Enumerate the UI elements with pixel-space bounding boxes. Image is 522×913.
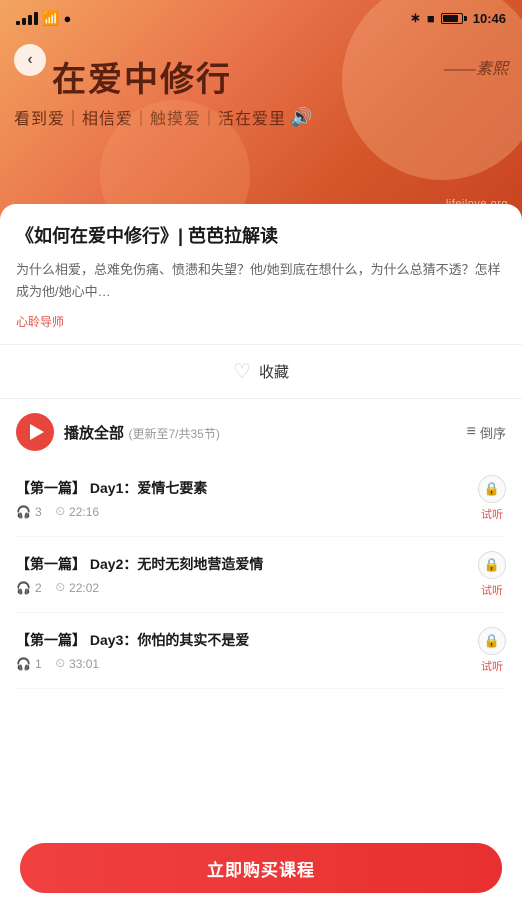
episode-item-3[interactable]: 【第一篇】 Day3：你怕的其实不是爱 🎧 1 ⏲ 33:01 [16, 613, 506, 689]
signal-bar-icon: ■ [427, 11, 435, 26]
speaker-icon: 🔊 [290, 107, 313, 128]
clock-icon-1: ⏲ [56, 504, 65, 519]
plays-meta-1: 🎧 3 [16, 505, 42, 519]
bottom-bar: 立即购买课程 [0, 831, 522, 913]
sort-label: 倒序 [480, 423, 506, 442]
bluetooth-icon: ∗ [410, 10, 421, 26]
back-button[interactable]: ‹ [14, 44, 46, 76]
signal-icon [16, 12, 38, 25]
lock-icon-1: 🔒 [484, 481, 500, 497]
episode-meta-1: 🎧 3 ⏲ 22:16 [16, 504, 468, 519]
duration-meta-1: ⏲ 22:16 [56, 504, 99, 519]
wifi-icon: 📶 [42, 10, 59, 27]
duration-meta-2: ⏲ 22:02 [56, 580, 99, 595]
status-bar-left: 📶 ● [16, 10, 71, 27]
hero-tagline: 看到爱｜相信爱｜触摸爱｜活在爱里 🔊 [14, 105, 313, 129]
content-card: 《如何在爱中修行》| 芭芭拉解读 为什么相爱，总难免伤痛、愤懑和失望？他/她到底… [0, 204, 522, 904]
play-all-meta: (更新至7/共35节) [128, 427, 219, 441]
episode-title-1: 【第一篇】 Day1：爱情七要素 [16, 478, 468, 498]
duration-meta-3: ⏲ 33:01 [56, 656, 99, 671]
back-arrow-icon: ‹ [27, 51, 32, 69]
trial-label-3[interactable]: 试听 [481, 658, 503, 674]
lock-circle-1: 🔒 [478, 475, 506, 503]
collect-label: 收藏 [259, 361, 289, 382]
playlist-header: 播放全部 (更新至7/共35节) ≡ 倒序 [16, 399, 506, 461]
play-triangle-icon [30, 424, 44, 440]
episode-title-2: 【第一篇】 Day2：无时无刻地营造爱情 [16, 554, 468, 574]
trial-label-2[interactable]: 试听 [481, 582, 503, 598]
clock-display: 10:46 [473, 11, 506, 26]
playlist-section: 播放全部 (更新至7/共35节) ≡ 倒序 【第一篇】 Day1：爱情七要素 🎧 [16, 399, 506, 769]
episode-meta-2: 🎧 2 ⏲ 22:02 [16, 580, 468, 595]
lock-circle-2: 🔒 [478, 551, 506, 579]
plays-meta-3: 🎧 1 [16, 657, 42, 671]
collect-area[interactable]: ♡ 收藏 [16, 345, 506, 398]
play-all-info: 播放全部 (更新至7/共35节) [64, 422, 220, 443]
episode-right-2: 🔒 试听 [478, 551, 506, 598]
carrier-icon: ● [63, 11, 71, 26]
lock-icon-3: 🔒 [484, 633, 500, 649]
clock-icon-3: ⏲ [56, 656, 65, 671]
status-bar: 📶 ● ∗ ■ 10:46 [0, 0, 522, 36]
episode-left-1: 【第一篇】 Day1：爱情七要素 🎧 3 ⏲ 22:16 [16, 478, 468, 519]
episode-title-3: 【第一篇】 Day3：你怕的其实不是爱 [16, 630, 468, 650]
episode-right-1: 🔒 试听 [478, 475, 506, 522]
plays-count-2: 2 [35, 581, 42, 595]
duration-1: 22:16 [69, 505, 99, 519]
play-all-label: 播放全部 [64, 425, 124, 442]
trial-label-1[interactable]: 试听 [481, 506, 503, 522]
sort-icon: ≡ [467, 423, 476, 441]
hero-subtitle: ——素熙 [444, 55, 508, 79]
duration-2: 22:02 [69, 581, 99, 595]
course-description: 为什么相爱，总难免伤痛、愤懑和失望？他/她到底在想什么，为什么总猜不透？怎样成为… [16, 259, 506, 303]
headphone-icon-2: 🎧 [16, 581, 31, 595]
plays-count-1: 3 [35, 505, 42, 519]
heart-icon: ♡ [233, 359, 251, 384]
play-all-button[interactable]: 播放全部 (更新至7/共35节) [16, 413, 220, 451]
episode-right-3: 🔒 试听 [478, 627, 506, 674]
episode-list: 【第一篇】 Day1：爱情七要素 🎧 3 ⏲ 22:16 [16, 461, 506, 769]
lock-circle-3: 🔒 [478, 627, 506, 655]
clock-icon-2: ⏲ [56, 580, 65, 595]
sort-button[interactable]: ≡ 倒序 [467, 423, 506, 442]
hero-title: 在爱中修行 [52, 52, 232, 101]
episode-left-2: 【第一篇】 Day2：无时无刻地营造爱情 🎧 2 ⏲ 22:02 [16, 554, 468, 595]
lock-icon-2: 🔒 [484, 557, 500, 573]
episode-meta-3: 🎧 1 ⏲ 33:01 [16, 656, 468, 671]
headphone-icon-3: 🎧 [16, 657, 31, 671]
teacher-tag[interactable]: 心聆导师 [16, 313, 64, 330]
status-bar-right: ∗ ■ 10:46 [410, 10, 506, 26]
duration-3: 33:01 [69, 657, 99, 671]
course-title: 《如何在爱中修行》| 芭芭拉解读 [16, 224, 506, 249]
plays-count-3: 1 [35, 657, 42, 671]
purchase-button[interactable]: 立即购买课程 [20, 843, 502, 893]
plays-meta-2: 🎧 2 [16, 581, 42, 595]
episode-left-3: 【第一篇】 Day3：你怕的其实不是爱 🎧 1 ⏲ 33:01 [16, 630, 468, 671]
headphone-icon-1: 🎧 [16, 505, 31, 519]
play-circle-icon [16, 413, 54, 451]
battery-icon [441, 13, 467, 24]
episode-item-2[interactable]: 【第一篇】 Day2：无时无刻地营造爱情 🎧 2 ⏲ 22:02 [16, 537, 506, 613]
episode-item-1[interactable]: 【第一篇】 Day1：爱情七要素 🎧 3 ⏲ 22:16 [16, 461, 506, 537]
